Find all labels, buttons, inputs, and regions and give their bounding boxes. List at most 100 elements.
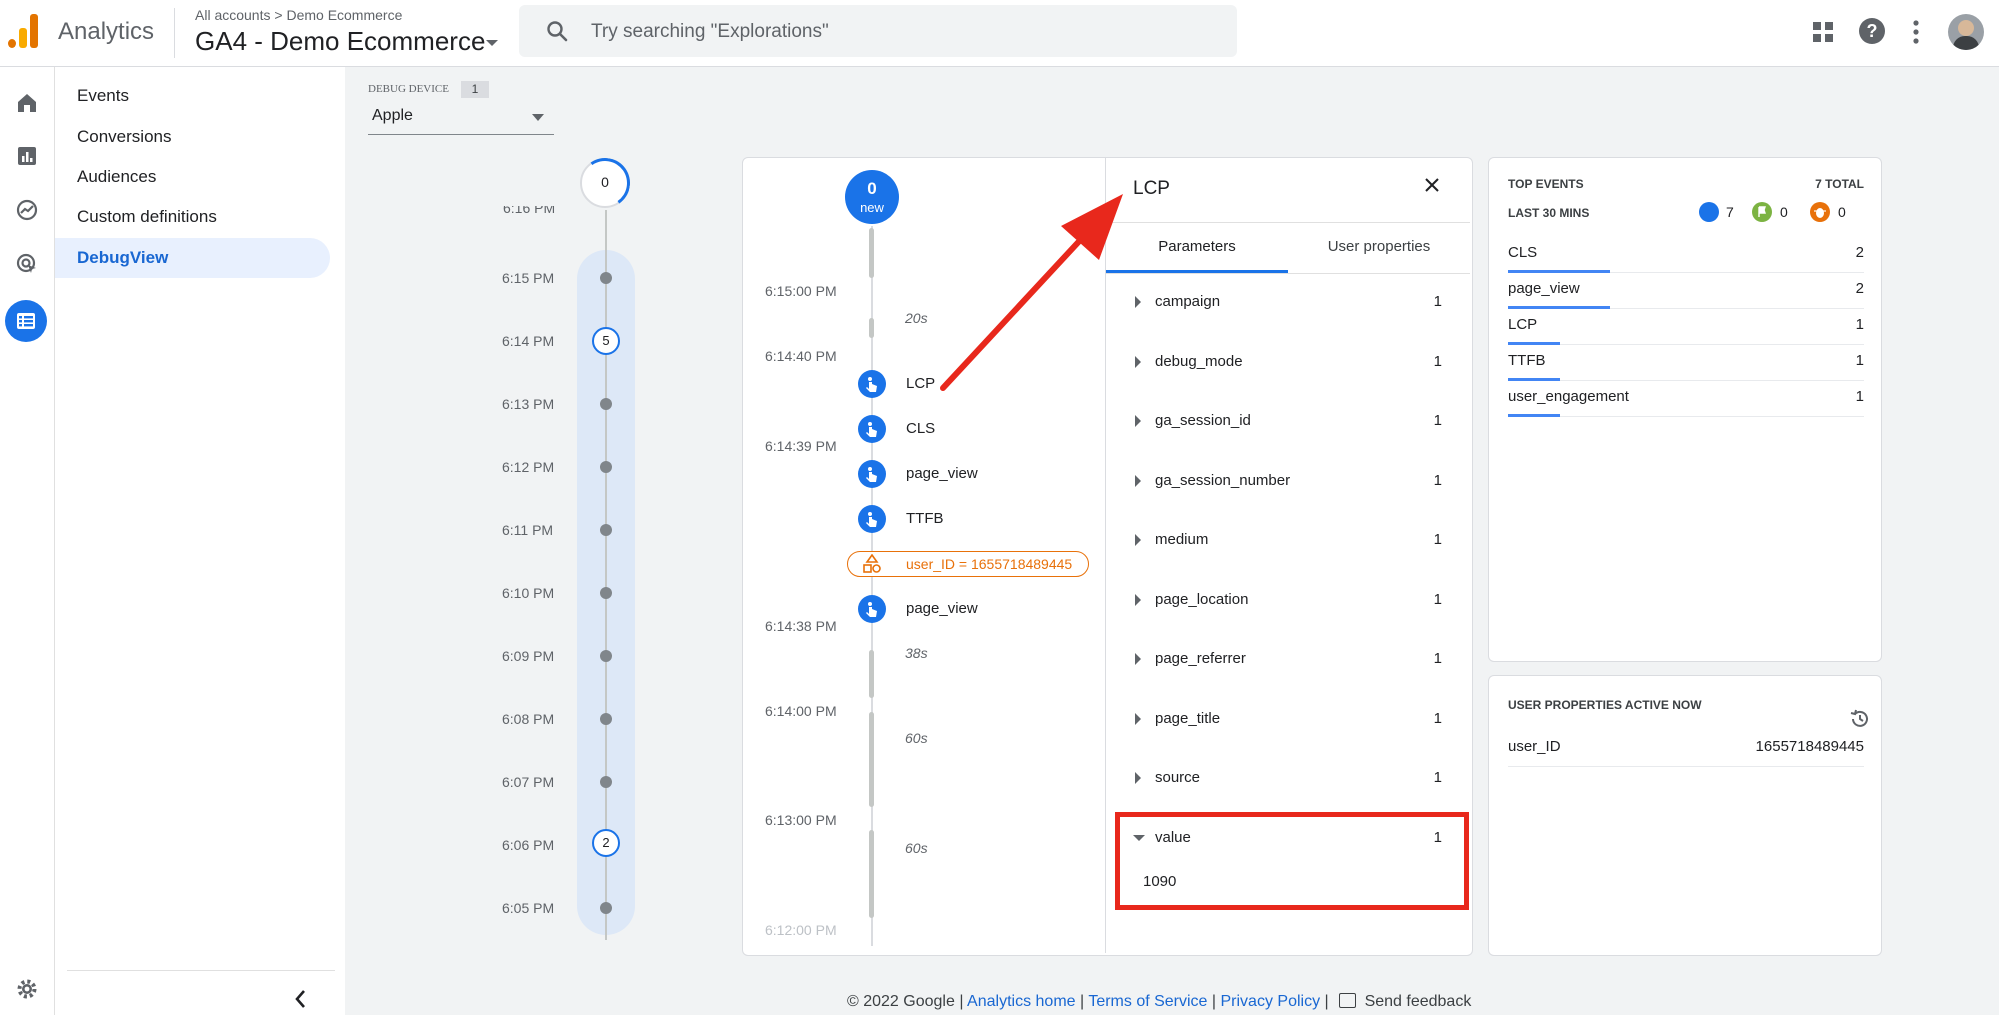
chevron-down-icon[interactable] [486,40,498,46]
param-row-page-title[interactable]: page_title 1 [1130,699,1452,739]
param-name: ga_session_number [1155,472,1291,489]
footer-link-terms[interactable]: Terms of Service [1088,993,1207,1010]
breadcrumb-root[interactable]: All accounts [195,7,270,23]
minute-dot[interactable] [600,713,612,725]
explore-icon[interactable] [11,194,43,226]
nav-item-custom-definitions[interactable]: Custom definitions [55,197,330,237]
minute-label[interactable]: 6:11 PM [502,522,553,538]
footer-link-privacy[interactable]: Privacy Policy [1221,993,1321,1010]
minute-label[interactable]: 6:10 PM [502,585,554,601]
apps-grid-icon[interactable] [1812,21,1834,43]
feedback-icon[interactable] [1339,993,1357,1008]
minute-label[interactable]: 6:05 PM [502,900,554,916]
minute-label[interactable]: 6:06 PM [502,837,554,853]
param-row-ga-session-id[interactable]: ga_session_id 1 [1130,401,1452,441]
minute-badge[interactable]: 2 [592,829,620,857]
admin-gear-icon[interactable] [11,973,43,1005]
new-events-counter[interactable]: 0 new [845,170,899,224]
param-name: page_location [1155,591,1249,608]
reports-icon[interactable] [11,140,43,172]
footer-link-analytics-home[interactable]: Analytics home [967,993,1076,1010]
minute-label[interactable]: 6:09 PM [502,648,554,664]
event-cls[interactable]: CLS [906,420,935,437]
minute-dot[interactable] [600,398,612,410]
minute-dot[interactable] [600,272,612,284]
breadcrumb-account[interactable]: Demo Ecommerce [286,7,402,23]
param-row-page-location[interactable]: page_location 1 [1130,580,1452,620]
shapes-icon [863,554,881,573]
param-name: ga_session_id [1155,412,1251,429]
top-event-row[interactable]: CLS 2 [1508,236,1864,273]
top-event-name: user_engagement [1508,388,1629,405]
event-touch-icon[interactable] [858,415,886,443]
minutes-top-counter[interactable]: 0 [576,154,634,212]
minute-dot[interactable] [600,902,612,914]
event-touch-icon[interactable] [858,595,886,623]
debug-device-select[interactable]: Apple [368,102,554,135]
debug-device-label: DEBUG DEVICE [368,83,449,95]
minute-dot[interactable] [600,524,612,536]
help-icon[interactable]: ? [1859,18,1885,44]
param-row-debug-mode[interactable]: debug_mode 1 [1130,342,1452,382]
configure-icon[interactable] [5,300,47,342]
minute-dot[interactable] [600,587,612,599]
minute-dot[interactable] [600,650,612,662]
nav-divider [67,970,335,971]
minute-label[interactable]: 6:07 PM [502,774,554,790]
param-name: medium [1155,531,1209,548]
tab-user-properties[interactable]: User properties [1288,238,1470,255]
breadcrumb[interactable]: All accounts > Demo Ecommerce [195,7,402,23]
user-property-row[interactable]: user_ID 1655718489445 [1508,730,1864,767]
nav-item-debugview[interactable]: DebugView [55,238,330,278]
user-properties-card [1488,675,1882,956]
top-event-row[interactable]: TTFB 1 [1508,344,1864,381]
event-lcp[interactable]: LCP [906,375,935,392]
param-row-page-referrer[interactable]: page_referrer 1 [1130,639,1452,679]
analytics-logo-icon[interactable] [8,14,40,48]
event-page-view[interactable]: page_view [906,600,978,617]
minute-dot[interactable] [600,461,612,473]
event-touch-icon[interactable] [858,460,886,488]
footer-send-feedback[interactable]: Send feedback [1365,993,1472,1010]
home-icon[interactable] [11,87,43,119]
expand-arrow-icon [1135,772,1141,784]
search-input[interactable] [589,17,1193,47]
nav-item-events[interactable]: Events [55,76,330,116]
top-event-row[interactable]: page_view 2 [1508,272,1864,309]
nav-item-conversions[interactable]: Conversions [55,117,330,157]
history-icon[interactable] [1849,708,1871,730]
expand-arrow-icon [1135,534,1141,546]
advertising-icon[interactable] [11,248,43,280]
detail-header-divider [1106,222,1470,223]
gap-label: 20s [905,310,928,326]
top-event-row[interactable]: LCP 1 [1508,308,1864,345]
top-event-row[interactable]: user_engagement 1 [1508,380,1864,417]
minute-label[interactable]: 6:15 PM [502,270,554,286]
more-vert-icon[interactable] [1910,18,1922,46]
nav-item-audiences[interactable]: Audiences [55,157,330,197]
param-row-medium[interactable]: medium 1 [1130,520,1452,560]
search-bar[interactable] [519,5,1237,57]
close-icon[interactable] [1424,177,1440,193]
minute-label[interactable]: 6:12 PM [502,459,554,475]
collapse-chevron-icon[interactable] [293,988,307,1010]
minute-badge[interactable]: 5 [592,327,620,355]
minute-dot[interactable] [600,776,612,788]
user-property-chip[interactable]: user_ID = 1655718489445 [847,551,1089,577]
second-time-label: 6:14:38 PM [765,618,837,634]
param-row-campaign[interactable]: campaign 1 [1130,282,1452,322]
property-selector[interactable]: GA4 - Demo Ecommerce [195,26,485,57]
expand-arrow-icon [1135,415,1141,427]
avatar[interactable] [1948,14,1984,50]
gap-label: 38s [905,645,928,661]
event-touch-icon[interactable] [858,370,886,398]
event-touch-icon[interactable] [858,505,886,533]
param-row-source[interactable]: source 1 [1130,758,1452,798]
minute-label[interactable]: 6:13 PM [502,396,554,412]
param-row-ga-session-number[interactable]: ga_session_number 1 [1130,461,1452,501]
event-ttfb[interactable]: TTFB [906,510,944,527]
minute-label[interactable]: 6:14 PM [502,333,554,349]
breadcrumb-separator: > [274,7,283,23]
minute-label[interactable]: 6:08 PM [502,711,554,727]
event-page-view[interactable]: page_view [906,465,978,482]
